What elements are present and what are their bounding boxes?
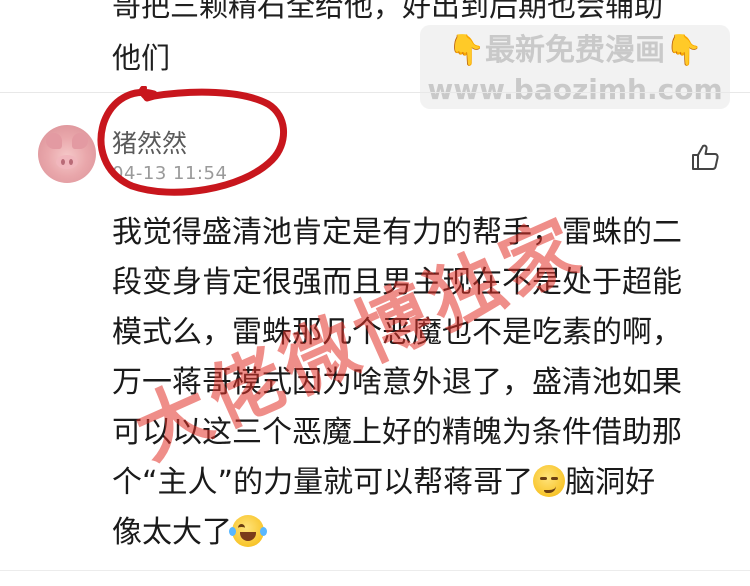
comment-line: 段变身肯定很强而且男主现在不是处于超能 bbox=[112, 265, 682, 300]
tear-right bbox=[260, 527, 267, 536]
comment-line: 模式么，雷蛛那几个恶魔也不是吃素的啊， bbox=[112, 315, 682, 350]
comment-line: 万一蒋哥模式因为啥意外退了，盛清池如果 bbox=[112, 365, 682, 400]
pig-ear-left bbox=[46, 133, 62, 149]
tears-of-joy-emoji-icon bbox=[229, 515, 267, 547]
comment-timestamp: 04-13 11:54 bbox=[112, 163, 228, 184]
watermark-banner: 👇最新免费漫画👇 www.baozimh.com bbox=[420, 25, 730, 109]
pig-ear-right bbox=[72, 133, 88, 149]
smirk-emoji-icon bbox=[533, 465, 566, 497]
comment-text: 个“主人”的力量就可以帮蒋哥了 bbox=[112, 465, 534, 500]
comment-line-with-emoji: 像太大了 bbox=[112, 508, 732, 558]
thumbs-up-icon[interactable] bbox=[690, 143, 720, 171]
comment-line: 可以以这三个恶魔上好的精魄为条件借助那 bbox=[112, 415, 682, 450]
comment-text: 脑洞好 bbox=[565, 465, 656, 500]
watermark-title: 👇最新免费漫画👇 bbox=[447, 33, 703, 68]
tear-left bbox=[229, 527, 236, 536]
watermark-url: www.baozimh.com bbox=[427, 73, 723, 106]
avatar[interactable] bbox=[38, 125, 96, 183]
comment-divider bbox=[0, 92, 750, 93]
pig-snout bbox=[56, 155, 78, 169]
comment-line-with-emoji: 个“主人”的力量就可以帮蒋哥了 脑洞好 bbox=[112, 458, 732, 508]
comment-body: 我觉得盛清池肯定是有力的帮手，雷蛛的二 段变身肯定很强而且男主现在不是处于超能 … bbox=[112, 208, 732, 558]
comment-line: 我觉得盛清池肯定是有力的帮手，雷蛛的二 bbox=[112, 215, 682, 250]
comment-text: 像太大了 bbox=[112, 515, 232, 550]
bottom-divider bbox=[0, 570, 750, 571]
username[interactable]: 猪然然 bbox=[112, 124, 187, 160]
